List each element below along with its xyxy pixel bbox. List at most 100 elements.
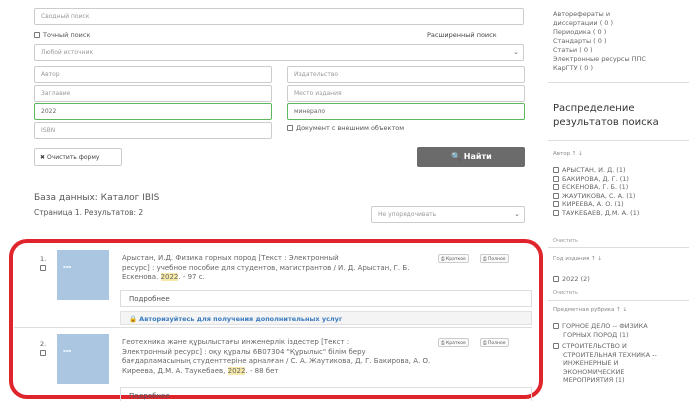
full-label: Полное (488, 341, 506, 346)
place-input[interactable]: Место издания (287, 85, 525, 102)
sidebar-divider (548, 300, 689, 301)
auth-label: Авторизуйтесь для получения дополнительн… (139, 315, 343, 323)
year-highlight: 2022 (160, 273, 179, 281)
clear-form-button[interactable]: ✖ Очистить форму (34, 148, 122, 166)
brief-label: Краткое (446, 257, 466, 262)
facet-item[interactable]: КИРЕЕВА, А. О. (1) (553, 200, 639, 209)
exact-search-label: Точный поиск (43, 31, 91, 39)
brief-view-button[interactable]: ⎙ Краткое (438, 338, 469, 347)
facet-item-label: 2022 (2) (562, 275, 590, 283)
rubric-facet-header[interactable]: Предметная рубрика ↑ ↓ (553, 306, 627, 315)
facet-item[interactable]: БАКИРОВА, Д. Г. (1) (553, 175, 639, 184)
author-input[interactable]: Автор (34, 66, 272, 83)
facet-item-label: КИРЕЕВА, А. О. (1) (562, 200, 624, 208)
distribution-title-line: результатов поиска (553, 117, 659, 128)
sort-select-value: Не упорядочивать (378, 211, 437, 218)
doc-type-item[interactable]: КарГТУ ( 0 ) (553, 64, 646, 73)
record-line: Электронный ресурс] : оқу құралы 6В07304… (122, 347, 366, 356)
full-label: Полное (488, 257, 506, 262)
lock-icon: 🔒 (129, 315, 138, 323)
facet-item[interactable]: ЕСКЕНОВА, Г. Б. (1) (553, 183, 639, 192)
brief-view-button[interactable]: ⎙ Краткое (438, 254, 469, 263)
brief-label: Краткое (446, 341, 466, 346)
print-icon: ⎙ (483, 341, 487, 346)
print-icon: ⎙ (441, 257, 445, 262)
author-facet-list: АРЫСТАН, И. Д. (1) БАКИРОВА, Д. Г. (1) Е… (553, 166, 639, 217)
year-facet-item[interactable]: 2022 (2) (553, 275, 590, 284)
close-icon: ✖ (40, 154, 46, 161)
record-line: Геотехника және құрылыстағы инженерлік і… (122, 338, 350, 346)
doc-type-item[interactable]: Стандарты ( 0 ) (553, 37, 646, 46)
facet-item-label: ГОРНОЕ ДЕЛО -- ФИЗИКА (562, 322, 648, 330)
clear-year-link[interactable]: Очистить (553, 289, 578, 298)
external-doc-label: Документ с внешним объектом (296, 124, 405, 132)
sidebar-divider (548, 247, 689, 248)
source-select-value: Любой источник (41, 49, 94, 56)
source-select[interactable]: Любой источник ⌄ (34, 44, 524, 61)
record-line: . - 88 бет (245, 366, 279, 375)
full-view-button[interactable]: ⎙ Полное (480, 338, 509, 347)
clear-form-label: Очистить форму (46, 154, 100, 161)
doc-type-item[interactable]: Статьи ( 0 ) (553, 46, 646, 55)
rubric-facet-item[interactable]: СТРОИТЕЛЬСТВО И СТРОИТЕЛЬНАЯ ТЕХНИКА -- … (553, 342, 657, 385)
facet-item-label: СТРОИТЕЛЬНАЯ ТЕХНИКА -- (563, 350, 657, 359)
chevron-down-icon: ⌄ (514, 210, 520, 218)
book-cover-thumbnail[interactable]: ▪▪▪ (57, 250, 109, 300)
record-description: Арыстан, И.Д. Физика горных пород [Текст… (122, 254, 422, 283)
keyword-input[interactable]: минерало (287, 103, 525, 120)
distribution-title-line: Распределение (553, 103, 635, 114)
facet-item-label: ЭКОНОМИЧЕСКИЕ (563, 367, 625, 376)
advanced-search-link[interactable]: Расширенный поиск (427, 31, 497, 39)
sort-select[interactable]: Не упорядочивать ⌄ (371, 206, 525, 223)
year-facet-header[interactable]: Год издания ↑ ↓ (553, 255, 602, 264)
year-highlight: 2022 (227, 366, 246, 375)
record-line: ресурс] : учебное пособие для студентов,… (122, 263, 410, 272)
chevron-down-icon: ⌄ (513, 48, 519, 56)
year-input[interactable]: 2022 (34, 103, 272, 120)
facet-item-label: ИНЖЕНЕРНЫЕ И (563, 359, 619, 367)
doc-type-item[interactable]: Электронные ресурсы ППС (553, 55, 646, 64)
facet-item-label: ГОРНЫХ ПОРОД (1) (563, 330, 629, 339)
page-info: Страница 1. Результатов: 2 (34, 208, 144, 217)
record-line: Арыстан, И.Д. Физика горных пород [Текст… (122, 254, 339, 262)
facet-item-label: ТАУКЕБАЕВ, Д.М. А. (1) (562, 208, 640, 217)
facet-item[interactable]: АРЫСТАН, И. Д. (1) (553, 166, 639, 175)
record-line: бағдарламасының студенттеріне арналған /… (122, 357, 431, 365)
facet-item-label: СТРОИТЕЛЬСТВО И (562, 342, 627, 350)
auth-link[interactable]: 🔒 Авторизуйтесь для получения дополнител… (120, 311, 532, 325)
more-details-link[interactable]: Подробнее (120, 290, 532, 307)
more-details-link[interactable]: Подробнее (120, 387, 532, 401)
title-input[interactable]: Заглавие (34, 85, 272, 102)
print-icon: ⎙ (441, 341, 445, 346)
record-divider (14, 327, 532, 328)
full-view-button[interactable]: ⎙ Полное (480, 254, 509, 263)
facet-item-label: АРЫСТАН, И. Д. (1) (562, 166, 626, 174)
clear-author-link[interactable]: Очистить (553, 237, 578, 246)
combined-search-input[interactable]: Сводный поиск (34, 8, 524, 25)
doc-type-item[interactable]: Периодика ( 0 ) (553, 28, 646, 37)
external-doc-checkbox[interactable]: Документ с внешним объектом (287, 124, 404, 132)
isbn-input[interactable]: ISBN (34, 122, 272, 139)
publisher-input[interactable]: Издательство (287, 66, 525, 83)
record-line: . - 97 с. (178, 273, 205, 281)
record-number: 1. (40, 255, 47, 263)
find-label: Найти (463, 152, 492, 161)
author-facet-header[interactable]: Автор ↑ ↓ (553, 150, 583, 159)
facet-item[interactable]: ЖАУТИКОВА, С. А. (1) (553, 192, 639, 201)
doc-type-item[interactable]: диссертации ( 0 ) (553, 19, 646, 28)
record-number: 2. (40, 340, 47, 348)
facet-item-label: МЕРОПРИЯТИЯ (1) (563, 376, 625, 384)
exact-search-checkbox[interactable]: Точный поиск (34, 31, 90, 39)
database-label: База данных: Каталог IBIS (34, 193, 160, 203)
rubric-facet-item[interactable]: ГОРНОЕ ДЕЛО -- ФИЗИКА ГОРНЫХ ПОРОД (1) (553, 322, 648, 339)
book-cover-thumbnail[interactable]: ▪▪▪ (57, 334, 109, 384)
facet-item-label: БАКИРОВА, Д. Г. (1) (562, 174, 629, 183)
facet-item[interactable]: ТАУКЕБАЕВ, Д.М. А. (1) (553, 209, 639, 218)
facet-item-label: ЖАУТИКОВА, С. А. (1) (562, 191, 636, 200)
record-checkbox[interactable] (40, 265, 46, 271)
sidebar-divider (548, 82, 689, 83)
find-button[interactable]: 🔍 Найти (417, 147, 525, 167)
doc-type-item[interactable]: Авторефераты и (553, 10, 646, 19)
search-icon: 🔍 (451, 152, 461, 161)
record-checkbox[interactable] (40, 350, 46, 356)
